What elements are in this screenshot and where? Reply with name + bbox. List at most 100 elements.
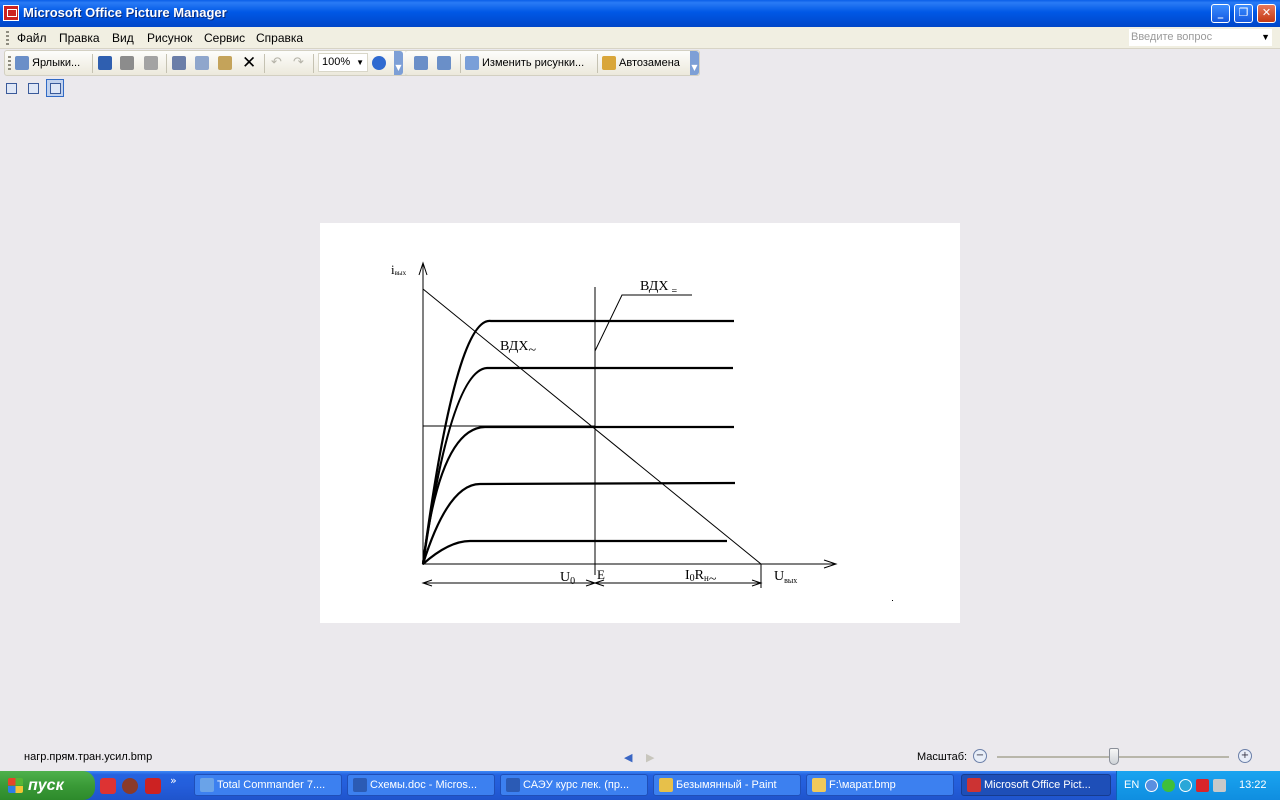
- thumbnail-view-button[interactable]: [2, 79, 20, 97]
- clock[interactable]: 13:22: [1239, 779, 1267, 791]
- menu-picture[interactable]: Рисунок: [147, 31, 192, 45]
- autocorrect-button[interactable]: Автозамена: [619, 57, 680, 69]
- toolbar-separator: [460, 54, 461, 73]
- autocorrect-icon[interactable]: [602, 56, 616, 70]
- toolbar-separator: [313, 54, 314, 73]
- picture-manager-icon: [967, 778, 981, 792]
- ac-load-line-label: ВДХ~: [500, 339, 536, 358]
- undo-icon[interactable]: ↶: [271, 54, 282, 70]
- next-picture-icon[interactable]: ▶: [646, 751, 654, 764]
- toolbar-separator: [264, 54, 265, 73]
- start-label: пуск: [28, 777, 64, 794]
- menu-help[interactable]: Справка: [256, 31, 303, 45]
- e-label: E: [597, 567, 605, 582]
- save-icon[interactable]: [98, 56, 112, 70]
- menu-tools[interactable]: Сервис: [204, 31, 245, 45]
- output-curve: [422, 539, 727, 565]
- dc-label-leader: [594, 294, 692, 352]
- zoom-out-icon[interactable]: −: [973, 749, 987, 763]
- paint-icon: [659, 778, 673, 792]
- shortcuts-icon[interactable]: [15, 56, 29, 70]
- toolbar-separator: [166, 54, 167, 73]
- close-button[interactable]: ✕: [1257, 4, 1276, 23]
- status-bar: нагр.прям.тран.усил.bmp ◀ ▶ Масштаб: − +: [0, 745, 1280, 771]
- zoom-in-icon[interactable]: +: [1238, 749, 1252, 763]
- task-label: F:\марат.bmp: [829, 779, 896, 791]
- help-icon[interactable]: [372, 56, 386, 70]
- view-mode-bar: [0, 78, 70, 100]
- filmstrip-view-icon: [28, 83, 39, 94]
- picture-toolbar: Изменить рисунки... Автозамена ▼: [405, 50, 700, 76]
- zoom-select[interactable]: 100% ▼: [318, 53, 368, 72]
- zoom-slider-thumb[interactable]: [1109, 748, 1119, 765]
- email-icon[interactable]: [144, 56, 158, 70]
- delete-icon[interactable]: ✕: [242, 53, 256, 73]
- folder-icon: [812, 778, 826, 792]
- minimize-button[interactable]: _: [1211, 4, 1230, 23]
- task-folder[interactable]: F:\марат.bmp: [806, 774, 954, 796]
- task-picture-manager[interactable]: Microsoft Office Pict...: [961, 774, 1111, 796]
- task-paint[interactable]: Безымянный - Paint: [653, 774, 801, 796]
- task-word-schemes[interactable]: Схемы.doc - Micros...: [347, 774, 495, 796]
- tray-antivirus-icon[interactable]: [1196, 779, 1209, 792]
- ask-question-input[interactable]: Введите вопрос ▼: [1129, 29, 1272, 46]
- start-button[interactable]: пуск: [0, 771, 95, 800]
- zoom-scale-label: Масштаб:: [917, 751, 968, 763]
- windows-flag-icon: [8, 778, 23, 793]
- ask-question-placeholder: Введите вопрос: [1131, 31, 1213, 43]
- toolbar-options-button[interactable]: ▼: [690, 51, 699, 75]
- edit-pictures-button[interactable]: Изменить рисунки...: [482, 57, 584, 69]
- chevron-down-icon[interactable]: ▼: [1261, 29, 1270, 46]
- single-picture-view-button[interactable]: [46, 79, 64, 97]
- chevron-down-icon[interactable]: ▼: [356, 54, 364, 71]
- menu-grip[interactable]: [6, 31, 9, 45]
- filmstrip-view-button[interactable]: [24, 79, 42, 97]
- output-curve: [421, 425, 734, 565]
- quicklaunch-chevron-icon[interactable]: »: [170, 774, 177, 787]
- menu-view[interactable]: Вид: [112, 31, 134, 45]
- tray-back-icon[interactable]: [1145, 779, 1158, 792]
- rotate-right-icon[interactable]: [437, 56, 451, 70]
- app-icon[interactable]: [3, 5, 19, 21]
- media-icon[interactable]: [122, 778, 138, 794]
- tray-safely-remove-icon[interactable]: [1213, 779, 1226, 792]
- redo-icon[interactable]: ↷: [293, 54, 304, 70]
- language-indicator[interactable]: EN: [1124, 779, 1139, 791]
- paste-icon[interactable]: [218, 56, 232, 70]
- title-bar[interactable]: Microsoft Office Picture Manager _ ❐ ✕: [0, 0, 1280, 27]
- total-commander-icon: [200, 778, 214, 792]
- dc-load-line-label: ВДХ =: [640, 279, 677, 297]
- i0rn-label: I0Rн~: [685, 568, 717, 587]
- menu-edit[interactable]: Правка: [59, 31, 100, 45]
- tray-network-icon[interactable]: [1179, 779, 1192, 792]
- print-icon[interactable]: [120, 56, 134, 70]
- output-curve: [421, 319, 734, 565]
- load-line-diagram: iвых Uвых ВДХ~ ВДХ = U0 E I0Rн~: [391, 261, 893, 601]
- task-label: САЭУ курс лек. (пр...: [523, 779, 630, 791]
- opera-icon[interactable]: [100, 778, 116, 794]
- system-tray: EN 13:22: [1116, 771, 1280, 800]
- cut-icon[interactable]: [172, 56, 186, 70]
- status-filename: нагр.прям.тран.усил.bmp: [24, 751, 153, 763]
- menu-bar: Файл Правка Вид Рисунок Сервис Справка: [0, 27, 1280, 49]
- save-quicklaunch-icon[interactable]: [145, 778, 161, 794]
- rotate-left-icon[interactable]: [414, 56, 428, 70]
- menu-file[interactable]: Файл: [17, 31, 47, 45]
- task-label: Microsoft Office Pict...: [984, 779, 1091, 791]
- toolbar-options-button[interactable]: ▼: [394, 51, 403, 75]
- tray-flower-icon[interactable]: [1162, 779, 1175, 792]
- previous-picture-icon[interactable]: ◀: [624, 751, 632, 764]
- copy-icon[interactable]: [195, 56, 209, 70]
- task-word-course[interactable]: САЭУ курс лек. (пр...: [500, 774, 648, 796]
- shortcuts-button[interactable]: Ярлыки...: [32, 57, 80, 69]
- task-label: Схемы.doc - Micros...: [370, 779, 478, 791]
- x-axis-label: Uвых: [774, 569, 797, 585]
- task-total-commander[interactable]: Total Commander 7....: [194, 774, 342, 796]
- zoom-value: 100%: [322, 56, 351, 68]
- picture-canvas[interactable]: iвых Uвых ВДХ~ ВДХ = U0 E I0Rн~: [320, 223, 960, 623]
- stray-pixel: [892, 600, 893, 601]
- thumbnail-view-icon: [6, 83, 17, 94]
- toolbar-grip[interactable]: [8, 56, 11, 70]
- edit-pictures-icon[interactable]: [465, 56, 479, 70]
- maximize-button[interactable]: ❐: [1234, 4, 1253, 23]
